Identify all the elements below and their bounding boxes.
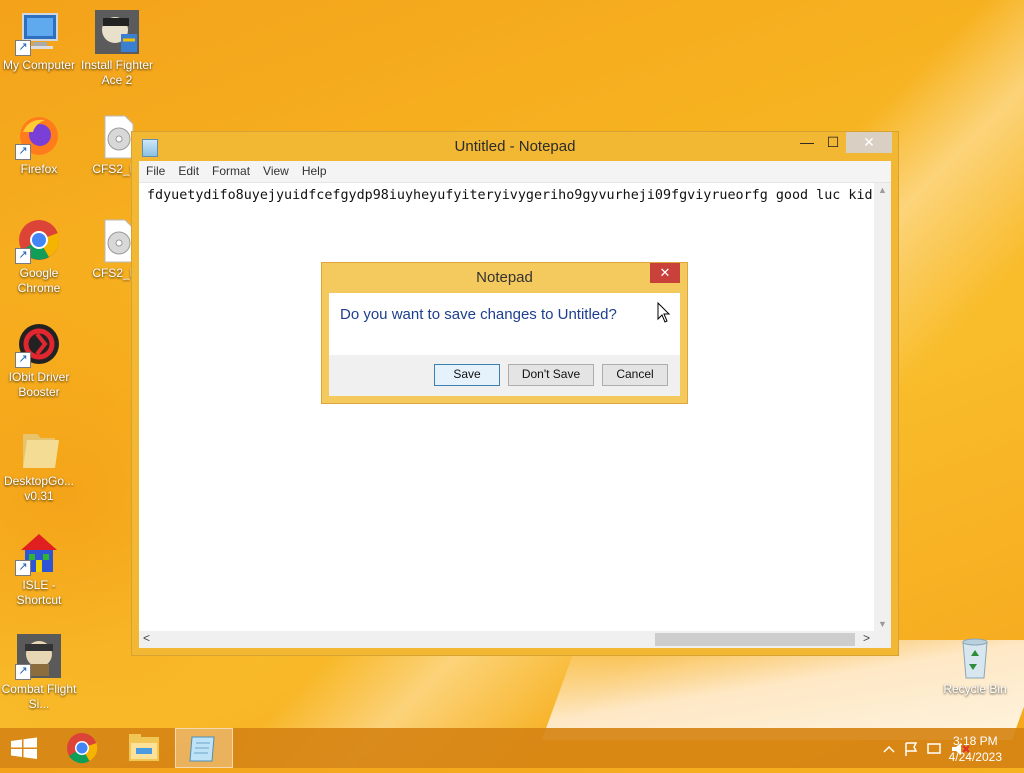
menu-view[interactable]: View — [256, 161, 295, 178]
desktop-icon-label: Firefox — [20, 162, 58, 176]
text-editor-area[interactable]: fdyuetydifo8uyejyuidfcefgydp98iuyheyufyi… — [139, 182, 891, 648]
menu-format[interactable]: Format — [205, 161, 256, 178]
shortcut-arrow-icon: ↗ — [15, 40, 31, 56]
menu-file[interactable]: File — [139, 161, 171, 178]
horizontal-scrollbar[interactable]: < > — [139, 631, 874, 648]
scroll-down-icon[interactable]: ▼ — [874, 619, 891, 629]
taskbar-file-explorer[interactable] — [120, 728, 168, 768]
size-grip — [874, 631, 891, 648]
desktop-icon-desktopgo-folder[interactable]: DesktopGo... v0.31 — [0, 424, 78, 504]
dialog-button-row: Save Don't Save Cancel — [329, 355, 680, 396]
desktop-icon-iobit-driver-booster[interactable]: ↗ IObit Driver Booster — [0, 320, 78, 400]
start-button[interactable] — [0, 728, 48, 768]
dont-save-button[interactable]: Don't Save — [508, 364, 594, 386]
scroll-right-icon[interactable]: > — [863, 631, 870, 645]
system-tray: 3:18 PM 4/24/2023 — [844, 728, 1024, 768]
shortcut-arrow-icon: ↗ — [15, 664, 31, 680]
chrome-icon — [67, 733, 98, 764]
desktop-icon-recycle-bin[interactable]: Recycle Bin — [936, 632, 1014, 697]
network-icon — [927, 743, 941, 754]
shortcut-arrow-icon: ↗ — [15, 560, 31, 576]
shortcut-arrow-icon: ↗ — [15, 352, 31, 368]
notepad-title: Untitled - Notepad — [454, 138, 576, 155]
vertical-scrollbar[interactable]: ▲ ▼ — [874, 183, 891, 631]
combat-flight-sim-icon: ↗ — [15, 632, 63, 680]
clock-date: 4/24/2023 — [948, 750, 1002, 764]
folder-icon — [15, 424, 63, 472]
desktop-icon-google-chrome[interactable]: ↗ Google Chrome — [0, 216, 78, 296]
desktop-icon-label: IObit Driver Booster — [8, 370, 70, 399]
maximize-button[interactable]: ☐ — [820, 132, 846, 153]
windows-logo-icon — [11, 737, 37, 759]
dialog-title: Notepad — [476, 269, 533, 286]
horizontal-scroll-thumb[interactable] — [655, 633, 855, 646]
desktop-icon-my-computer[interactable]: ↗ My Computer — [0, 8, 78, 73]
recycle-bin-icon — [951, 632, 999, 680]
isle-icon: ↗ — [15, 528, 63, 576]
taskbar: 3:18 PM 4/24/2023 — [0, 728, 1024, 768]
desktop-icon-firefox[interactable]: ↗ Firefox — [0, 112, 78, 177]
menu-help[interactable]: Help — [295, 161, 333, 178]
save-button[interactable]: Save — [434, 364, 500, 386]
scroll-left-icon[interactable]: < — [143, 631, 150, 645]
firefox-icon: ↗ — [15, 112, 63, 160]
desktop-icon-label: DesktopGo... v0.31 — [3, 474, 75, 503]
taskbar-chrome[interactable] — [58, 728, 106, 768]
desktop-icon-label: Recycle Bin — [943, 682, 1007, 696]
taskbar-clock[interactable]: 3:18 PM 4/24/2023 — [949, 733, 1002, 765]
my-computer-icon: ↗ — [15, 8, 63, 56]
file-explorer-icon — [129, 734, 159, 761]
taskbar-notepad[interactable] — [175, 728, 233, 768]
desktop-icon-label: My Computer — [2, 58, 76, 72]
save-changes-dialog[interactable]: Notepad ✕ Do you want to save changes to… — [321, 262, 688, 404]
desktop-icon-label: Google Chrome — [17, 266, 61, 295]
chrome-icon: ↗ — [15, 216, 63, 264]
shortcut-arrow-icon: ↗ — [15, 248, 31, 264]
menu-edit[interactable]: Edit — [171, 161, 205, 178]
mouse-cursor-icon — [657, 302, 671, 323]
action-center-flag-icon — [905, 742, 918, 756]
menu-bar: File Edit Format View Help — [139, 161, 891, 182]
desktop-icon-isle-shortcut[interactable]: ↗ ISLE - Shortcut — [0, 528, 78, 608]
dialog-message: Do you want to save changes to Untitled? — [340, 306, 617, 323]
desktop-icon-label: ISLE - Shortcut — [16, 578, 62, 607]
fighter-ace-installer-icon — [93, 8, 141, 56]
notepad-titlebar[interactable]: Untitled - Notepad — ☐ ✕ — [132, 132, 898, 161]
clock-time: 3:18 PM — [952, 734, 998, 748]
close-button[interactable]: ✕ — [846, 132, 892, 153]
desktop-icon-label: Combat Flight Si... — [1, 682, 77, 711]
scroll-up-icon[interactable]: ▲ — [874, 185, 891, 195]
editor-content[interactable]: fdyuetydifo8uyejyuidfcefgydp98iuyheyufyi… — [147, 188, 873, 203]
notepad-icon — [189, 736, 215, 762]
minimize-button[interactable]: — — [794, 132, 820, 153]
desktop-icon-label: Install Fighter Ace 2 — [80, 58, 154, 87]
shortcut-arrow-icon: ↗ — [15, 144, 31, 160]
dialog-close-button[interactable]: ✕ — [650, 263, 680, 283]
desktop-icon-install-fighter-ace[interactable]: Install Fighter Ace 2 — [78, 8, 156, 88]
show-hidden-icons-icon — [883, 745, 895, 753]
dialog-body: Do you want to save changes to Untitled? — [329, 293, 680, 355]
desktop-icon-combat-flight-sim[interactable]: ↗ Combat Flight Si... — [0, 632, 78, 712]
driver-booster-icon: ↗ — [15, 320, 63, 368]
cancel-button[interactable]: Cancel — [602, 364, 668, 386]
